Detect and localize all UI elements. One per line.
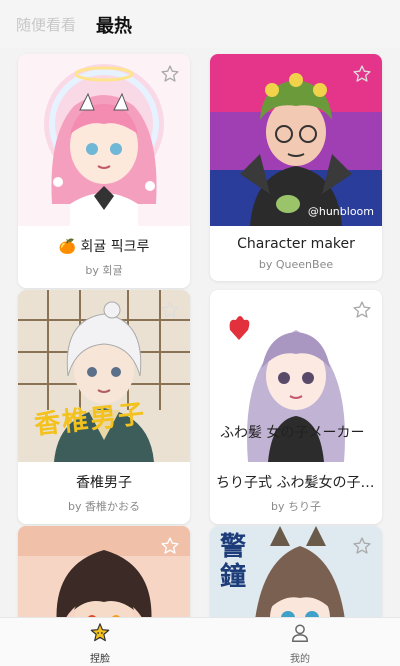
star-face-icon [90, 623, 110, 642]
card-author: by 香椎かおる [68, 500, 140, 513]
maker-card[interactable]: ふわ髪 女の子メーカー ちり子式 ふわ髪女の子メーカー by ちり子 [210, 290, 382, 524]
card-title: ちり子式 ふわ髪女の子メーカー [216, 475, 382, 491]
watermark-text: @hunbloom [307, 205, 374, 218]
nav-item-mine[interactable]: 我的 [260, 622, 340, 665]
nav-label: 我的 [290, 654, 310, 665]
maker-card[interactable]: @hunbloom Character maker by QueenBee [210, 54, 382, 281]
card-author: by ちり子 [271, 500, 321, 513]
maker-card[interactable]: 香椎男子 香椎男子 by 香椎かおる [18, 290, 190, 524]
card-author: by 회귤 [85, 264, 123, 277]
card-thumbnail: @hunbloom [210, 54, 382, 226]
favorite-star-icon[interactable] [352, 64, 372, 84]
maker-card[interactable]: 警 鐘 [210, 526, 382, 618]
card-thumbnail: 警 鐘 [210, 526, 382, 618]
maker-card[interactable]: 🍊 회귤 픽크루 by 회귤 [18, 54, 190, 288]
card-title: Character maker [237, 236, 355, 252]
favorite-star-icon[interactable] [160, 64, 180, 84]
maker-grid: 🍊 회귤 픽크루 by 회귤 @hunbloom Character maker… [0, 48, 400, 618]
nav-label: 捏脸 [90, 654, 110, 665]
favorite-star-icon[interactable] [352, 300, 372, 320]
maker-card[interactable] [18, 526, 190, 618]
top-tab-bar: 随便看看 最热 [0, 0, 400, 48]
thumbnail-overlay-text: ふわ髪 女の子メーカー [220, 425, 365, 441]
favorite-star-icon[interactable] [352, 536, 372, 556]
card-thumbnail: 香椎男子 [18, 290, 190, 462]
nav-item-face-maker[interactable]: 捏脸 [60, 622, 140, 665]
bottom-navigation: 捏脸 我的 [0, 617, 400, 666]
card-thumbnail [18, 526, 190, 618]
favorite-star-icon[interactable] [160, 300, 180, 320]
card-thumbnail: ふわ髪 女の子メーカー [210, 290, 382, 462]
favorite-star-icon[interactable] [160, 536, 180, 556]
card-title: 🍊 회귤 픽크루 [58, 239, 150, 255]
card-author: by QueenBee [258, 258, 334, 271]
thumbnail-overlay-text: 警 鐘 [220, 532, 247, 592]
user-icon [291, 624, 309, 642]
tab-random[interactable]: 随便看看 [16, 14, 76, 35]
card-thumbnail [18, 54, 190, 226]
card-title: 香椎男子 [76, 475, 132, 491]
tab-hottest[interactable]: 最热 [96, 12, 132, 38]
